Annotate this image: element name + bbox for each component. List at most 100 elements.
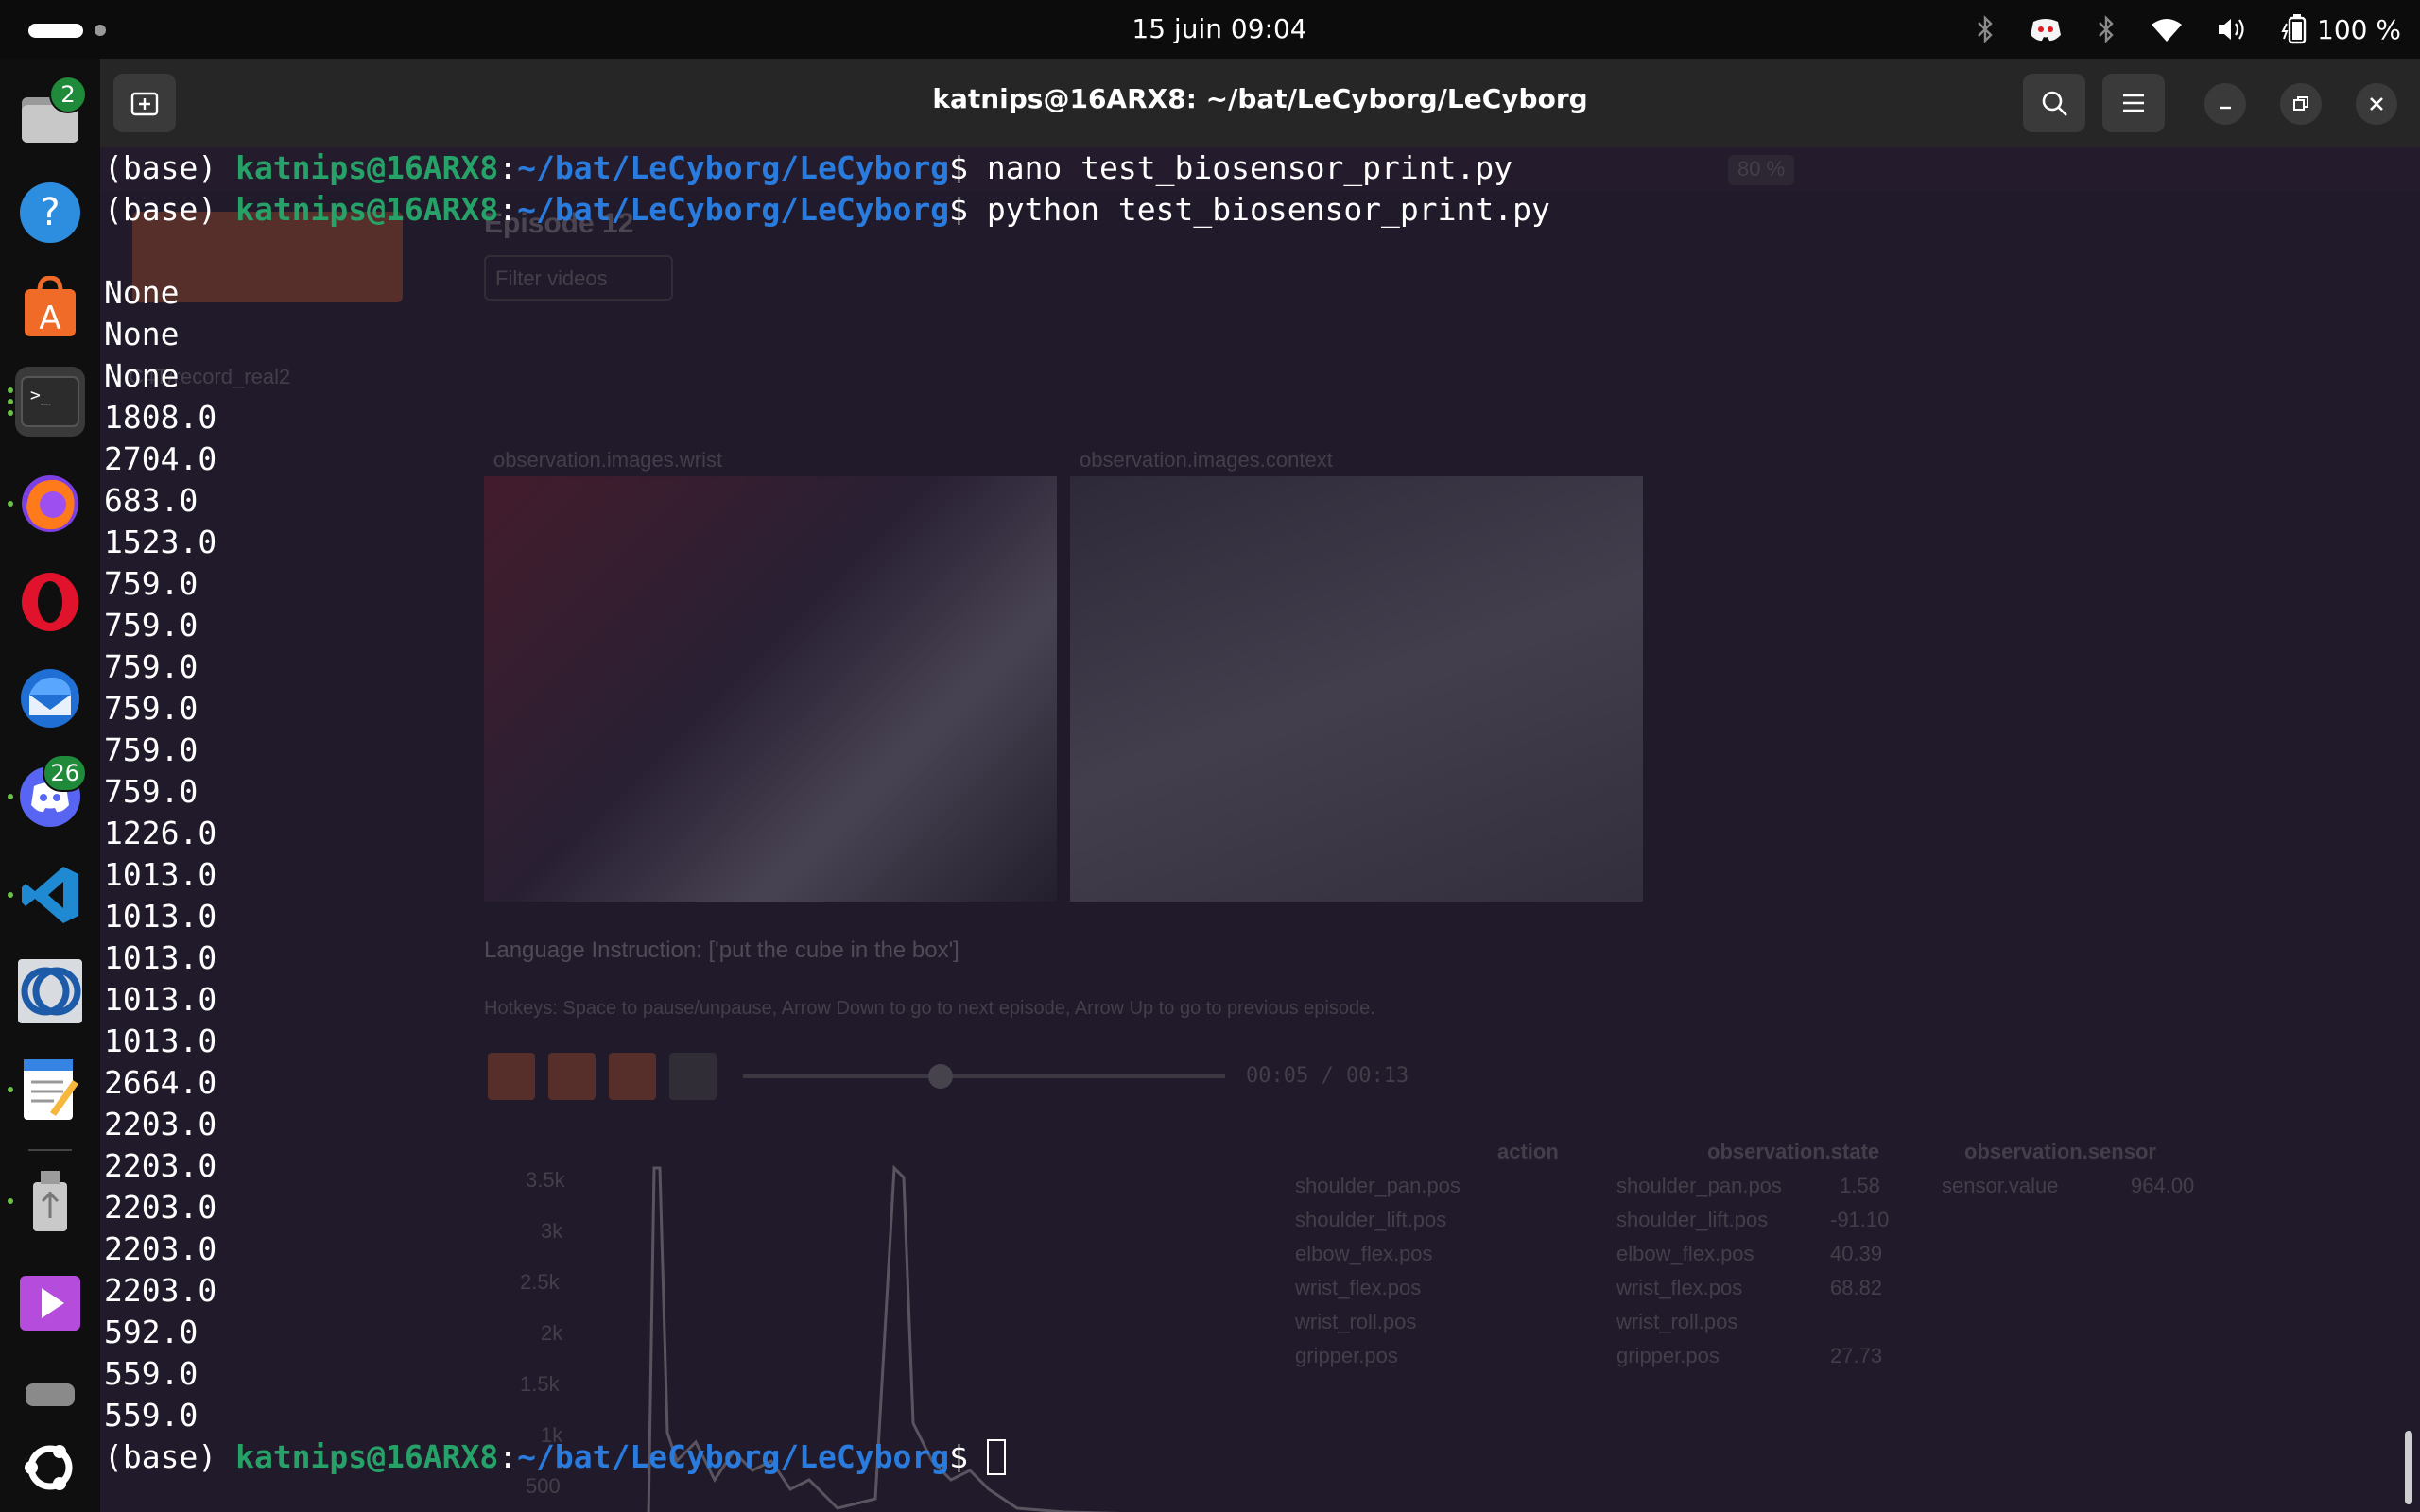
output-line: None <box>104 316 180 352</box>
prompt-env: (base) <box>104 191 236 228</box>
close-icon <box>2370 97 2383 111</box>
files-badge: 2 <box>49 76 87 113</box>
svg-text:A: A <box>39 300 60 337</box>
output-line: 592.0 <box>104 1314 199 1350</box>
dock-terminal[interactable]: >_ <box>8 367 85 437</box>
output-line: 559.0 <box>104 1397 199 1434</box>
command-text: python test_biosensor_print.py <box>986 191 1550 228</box>
output-line: 683.0 <box>104 482 199 519</box>
text-editor-icon <box>24 1059 78 1120</box>
dock-trash[interactable] <box>15 1357 85 1427</box>
help-icon: ? <box>20 182 80 243</box>
prompt-line[interactable]: (base) katnips@16ARX8:~/bat/LeCyborg/LeC… <box>104 1436 2411 1478</box>
command-line: (base) katnips@16ARX8:~/bat/LeCyborg/LeC… <box>104 147 2411 189</box>
prompt-path: ~/bat/LeCyborg/LeCyborg <box>517 1438 950 1475</box>
running-indicator <box>8 410 13 416</box>
prompt-user: katnips@16ARX8 <box>235 191 499 228</box>
menu-button[interactable] <box>2102 74 2165 132</box>
dock-discord[interactable]: 26 <box>8 754 87 832</box>
battery-percent: 100 % <box>2317 13 2401 45</box>
dock-files[interactable]: 2 <box>15 76 87 153</box>
dock-help[interactable]: ? <box>15 178 85 248</box>
discord-badge: 26 <box>43 754 87 792</box>
svg-text:?: ? <box>40 191 60 234</box>
dock-thunderbird[interactable] <box>15 663 85 733</box>
command-line: (base) katnips@16ARX8:~/bat/LeCyborg/LeC… <box>104 189 2411 231</box>
volume-icon[interactable] <box>2217 16 2247 43</box>
vscode-icon <box>22 867 78 923</box>
bluetooth-icon-2[interactable] <box>2096 15 2117 43</box>
clock[interactable]: 15 juin 09:04 <box>1115 13 1323 44</box>
scrollbar[interactable] <box>2405 1431 2412 1504</box>
trash-icon <box>26 1383 75 1406</box>
dock: 2 ? A >_ 26 <box>0 59 100 1512</box>
prompt-sep: : <box>498 191 518 228</box>
thunderbird-icon <box>21 669 79 728</box>
dock-app-center[interactable]: A <box>15 272 85 342</box>
output-line: 1013.0 <box>104 856 217 893</box>
dock-opera[interactable] <box>15 567 85 637</box>
running-indicator <box>8 1087 13 1092</box>
output-line: 759.0 <box>104 731 199 768</box>
close-button[interactable] <box>2356 83 2397 125</box>
workspace-indicator[interactable] <box>95 25 106 36</box>
prompt-sep: : <box>498 1438 518 1475</box>
dock-usb-drive[interactable] <box>8 1166 85 1236</box>
prompt-symbol: $ <box>949 1438 987 1475</box>
dock-vscode[interactable] <box>8 860 85 930</box>
restore-icon <box>2293 96 2308 111</box>
ubuntu-logo-icon <box>25 1445 73 1490</box>
terminal-window[interactable]: katnips@16ARX8: ~/bat/LeCyborg/LeCyborg … <box>100 59 2420 1512</box>
prompt-path: ~/bat/LeCyborg/LeCyborg <box>517 191 950 228</box>
output-line: 1013.0 <box>104 898 217 935</box>
output-line: None <box>104 357 180 394</box>
search-button[interactable] <box>2023 74 2085 132</box>
battery-status[interactable]: 100 % <box>2281 14 2401 45</box>
output-line: 2203.0 <box>104 1147 217 1184</box>
output-line: 2664.0 <box>104 1064 217 1101</box>
output-line: 1226.0 <box>104 815 217 851</box>
output-line: 759.0 <box>104 565 199 602</box>
dock-media-player[interactable] <box>15 1268 85 1338</box>
minimize-button[interactable] <box>2204 83 2246 125</box>
workspace-indicator-active[interactable] <box>28 24 83 38</box>
terminal-output[interactable]: (base) katnips@16ARX8:~/bat/LeCyborg/LeC… <box>104 147 2411 1512</box>
wifi-icon[interactable] <box>2151 17 2183 42</box>
search-icon <box>2042 91 2067 116</box>
bluetooth-icon[interactable] <box>1975 15 1996 43</box>
dock-separator <box>28 1149 72 1151</box>
restore-button[interactable] <box>2280 83 2322 125</box>
usb-drive-icon <box>33 1171 67 1231</box>
prompt-env: (base) <box>104 149 236 186</box>
battery-icon <box>2281 14 2307 44</box>
prompt-symbol: $ <box>949 149 987 186</box>
command-text: nano test_biosensor_print.py <box>986 149 1513 186</box>
output-line: 1013.0 <box>104 939 217 976</box>
cura-icon <box>18 959 82 1023</box>
prompt-symbol: $ <box>949 191 987 228</box>
output-line: None <box>104 274 180 311</box>
output-line: 1013.0 <box>104 981 217 1018</box>
output-line: 2704.0 <box>104 440 217 477</box>
running-indicator <box>8 892 13 898</box>
media-player-icon <box>20 1276 80 1331</box>
running-indicator <box>8 794 13 799</box>
dock-cura[interactable] <box>15 956 85 1026</box>
discord-tray-icon[interactable] <box>2030 16 2062 43</box>
output-line: 759.0 <box>104 690 199 727</box>
opera-icon <box>22 573 78 631</box>
firefox-icon <box>22 475 78 532</box>
running-indicator <box>8 1198 13 1204</box>
dock-firefox[interactable] <box>8 469 85 539</box>
title-bar[interactable]: katnips@16ARX8: ~/bat/LeCyborg/LeCyborg <box>100 59 2420 147</box>
system-tray[interactable]: 100 % <box>1975 11 2401 47</box>
output-line: 759.0 <box>104 607 199 644</box>
terminal-icon: >_ <box>21 376 79 427</box>
output-line: 759.0 <box>104 648 199 685</box>
output-line: 1523.0 <box>104 524 217 560</box>
dock-show-apps[interactable] <box>15 1433 85 1503</box>
dock-text-editor[interactable] <box>8 1055 85 1125</box>
svg-text:>_: >_ <box>30 386 51 405</box>
output-line: 1013.0 <box>104 1022 217 1059</box>
